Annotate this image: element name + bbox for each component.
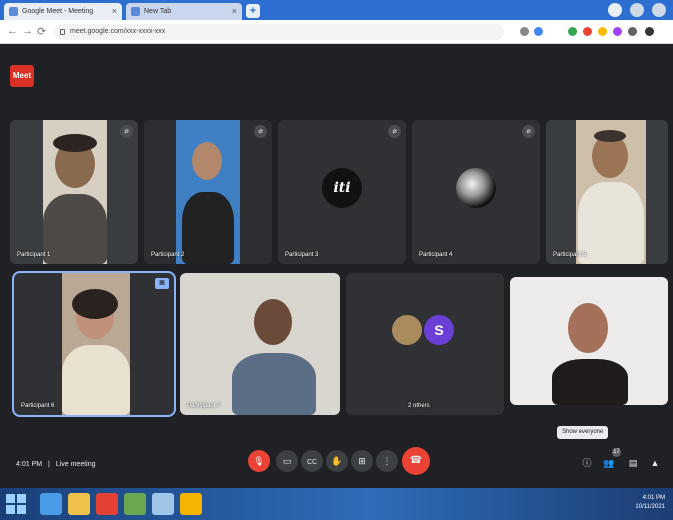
browser-tab-bar: Google Meet - Meeting × New Tab × + bbox=[0, 0, 673, 20]
windows-taskbar: 4:01 PM 10/11/2021 bbox=[0, 488, 673, 520]
captions-button[interactable]: CC bbox=[301, 450, 323, 472]
participant-video bbox=[43, 120, 107, 264]
address-text: meet.google.com/xxx-xxxx-xxx bbox=[70, 28, 166, 35]
participant-group-tile[interactable]: S 2 others bbox=[346, 273, 504, 415]
reload-button[interactable]: ⟳ bbox=[37, 25, 46, 38]
info-icon[interactable]: ⓘ bbox=[580, 456, 594, 470]
pin-icon[interactable]: ▦ bbox=[155, 278, 169, 289]
extension-icon[interactable] bbox=[613, 27, 622, 36]
participant-avatar bbox=[392, 315, 422, 345]
back-button[interactable]: ← bbox=[7, 25, 18, 37]
participant-avatar bbox=[456, 168, 496, 208]
new-tab-button[interactable]: + bbox=[246, 4, 260, 18]
people-icon[interactable]: 👥 bbox=[602, 456, 616, 470]
app-icon[interactable] bbox=[96, 493, 118, 515]
profile-avatar-icon[interactable] bbox=[645, 27, 654, 36]
close-tab-icon[interactable]: × bbox=[232, 3, 237, 20]
participant-name: Participant 5 bbox=[553, 252, 587, 258]
meeting-info: 4:01 PM | Live meeting bbox=[16, 461, 96, 468]
participant-name: Participant 1 bbox=[17, 252, 51, 258]
participant-tile[interactable]: ⌀ Participant 1 bbox=[10, 120, 138, 264]
extension-icon[interactable] bbox=[583, 27, 592, 36]
window-control-icon[interactable] bbox=[630, 3, 644, 17]
profile-icon[interactable] bbox=[608, 3, 622, 17]
meeting-time: 4:01 PM bbox=[16, 461, 43, 468]
mic-off-icon: ⌀ bbox=[522, 125, 535, 138]
phone-hangup-icon: ☎ bbox=[409, 455, 423, 466]
close-tab-icon[interactable]: × bbox=[112, 3, 117, 20]
participant-video bbox=[62, 273, 130, 415]
participant-tile[interactable]: ⌀ Participant 4 bbox=[412, 120, 540, 264]
forward-button[interactable]: → bbox=[22, 25, 33, 37]
camera-icon: ▭ bbox=[282, 456, 292, 466]
file-explorer-icon[interactable] bbox=[68, 493, 90, 515]
mic-off-icon: ⌀ bbox=[388, 125, 401, 138]
participant-group-label: 2 others bbox=[408, 403, 430, 409]
participant-video bbox=[544, 277, 636, 405]
captions-icon: CC bbox=[306, 459, 318, 466]
app-icon[interactable] bbox=[152, 493, 174, 515]
participant-tile[interactable]: Participant 5 bbox=[546, 120, 668, 264]
participant-tile[interactable]: Participant 7 bbox=[180, 273, 340, 415]
tab-meet[interactable]: Google Meet - Meeting × bbox=[4, 3, 122, 20]
participant-tile[interactable]: ⌀ Participant 2 bbox=[144, 120, 272, 264]
participant-video bbox=[576, 120, 646, 264]
participant-tile[interactable]: iti ⌀ Participant 3 bbox=[278, 120, 406, 264]
mic-toggle-button[interactable]: 🎙 bbox=[248, 450, 270, 472]
mic-off-icon: ⌀ bbox=[254, 125, 267, 138]
address-bar[interactable]: meet.google.com/xxx-xxxx-xxx bbox=[54, 24, 504, 40]
activities-icon[interactable]: ▲ bbox=[648, 456, 662, 470]
participant-avatar: S bbox=[424, 315, 454, 345]
participant-tile-pinned[interactable]: ▦ Participant 6 bbox=[12, 271, 176, 417]
present-button[interactable]: ⊞ bbox=[351, 450, 373, 472]
participant-name: Participant 4 bbox=[419, 252, 453, 258]
participant-name: Participant 3 bbox=[285, 252, 319, 258]
present-icon: ⊞ bbox=[358, 456, 366, 466]
tab-title: Google Meet - Meeting bbox=[22, 8, 94, 15]
app-icon[interactable] bbox=[124, 493, 146, 515]
camera-toggle-button[interactable]: ▭ bbox=[276, 450, 298, 472]
extensions-menu-icon[interactable] bbox=[628, 27, 637, 36]
page-favicon-icon bbox=[131, 7, 140, 16]
meet-stage: Meet ⌀ Participant 1 ⌀ Participant 2 iti… bbox=[0, 45, 673, 488]
meeting-code: Live meeting bbox=[55, 461, 96, 468]
hand-icon: ✋ bbox=[331, 456, 343, 466]
participant-avatar: iti bbox=[322, 168, 362, 208]
windows-start-icon[interactable] bbox=[6, 494, 26, 514]
clock-time: 4:01 PM bbox=[642, 495, 665, 501]
participant-name: Participant 7 bbox=[187, 403, 221, 409]
lock-icon bbox=[60, 29, 65, 35]
chrome-icon[interactable] bbox=[180, 493, 202, 515]
raise-hand-button[interactable]: ✋ bbox=[326, 450, 348, 472]
tooltip: Show everyone bbox=[557, 426, 609, 439]
extension-icon[interactable] bbox=[598, 27, 607, 36]
participant-count-badge: 17 bbox=[612, 448, 621, 457]
participant-name: Participant 2 bbox=[151, 252, 185, 258]
participant-name: Participant 6 bbox=[21, 403, 55, 409]
more-options-button[interactable]: ⋮ bbox=[376, 450, 398, 472]
tab-newtab[interactable]: New Tab × bbox=[126, 3, 242, 20]
participant-video bbox=[176, 120, 240, 264]
chat-icon[interactable]: ▤ bbox=[626, 456, 640, 470]
browser-toolbar: ← → ⟳ meet.google.com/xxx-xxxx-xxx bbox=[0, 20, 673, 44]
clock-date: 10/11/2021 bbox=[635, 504, 665, 510]
bookmark-icon[interactable] bbox=[520, 27, 529, 36]
participant-video bbox=[220, 273, 320, 415]
more-vert-icon: ⋮ bbox=[382, 456, 392, 466]
system-tray-clock[interactable]: 4:01 PM 10/11/2021 bbox=[635, 494, 665, 512]
edge-icon[interactable] bbox=[40, 493, 62, 515]
tab-title: New Tab bbox=[144, 8, 172, 15]
window-close-icon[interactable] bbox=[652, 3, 666, 17]
participant-tile[interactable] bbox=[510, 277, 668, 405]
extension-icon[interactable] bbox=[534, 27, 543, 36]
end-call-button[interactable]: ☎ bbox=[402, 447, 430, 475]
meet-favicon-icon bbox=[9, 7, 18, 16]
extension-icon[interactable] bbox=[568, 27, 577, 36]
mic-off-icon: 🎙 bbox=[253, 456, 265, 466]
meet-logo: Meet bbox=[10, 65, 34, 87]
mic-off-icon: ⌀ bbox=[120, 125, 133, 138]
